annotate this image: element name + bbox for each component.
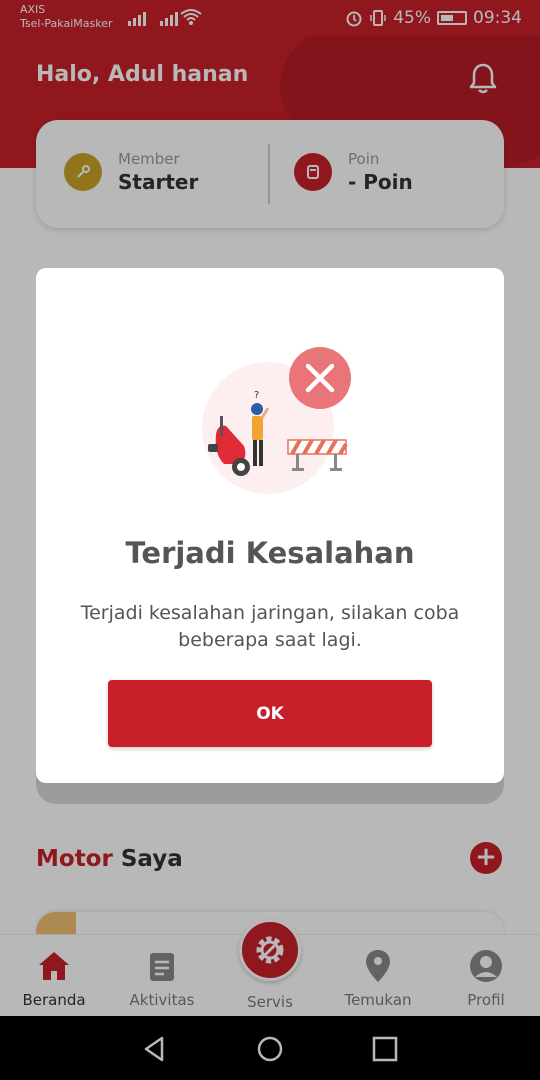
dialog-message: Terjadi kesalahan jaringan, silakan coba… <box>80 602 460 651</box>
error-dialog: ? Terjadi Kesalahan Terjadi kesalahan ja… <box>36 268 504 783</box>
svg-text:?: ? <box>254 390 259 401</box>
dialog-title: Terjadi Kesalahan <box>125 536 415 570</box>
error-illustration: ? <box>202 347 351 494</box>
ok-button[interactable]: OK <box>108 680 432 747</box>
